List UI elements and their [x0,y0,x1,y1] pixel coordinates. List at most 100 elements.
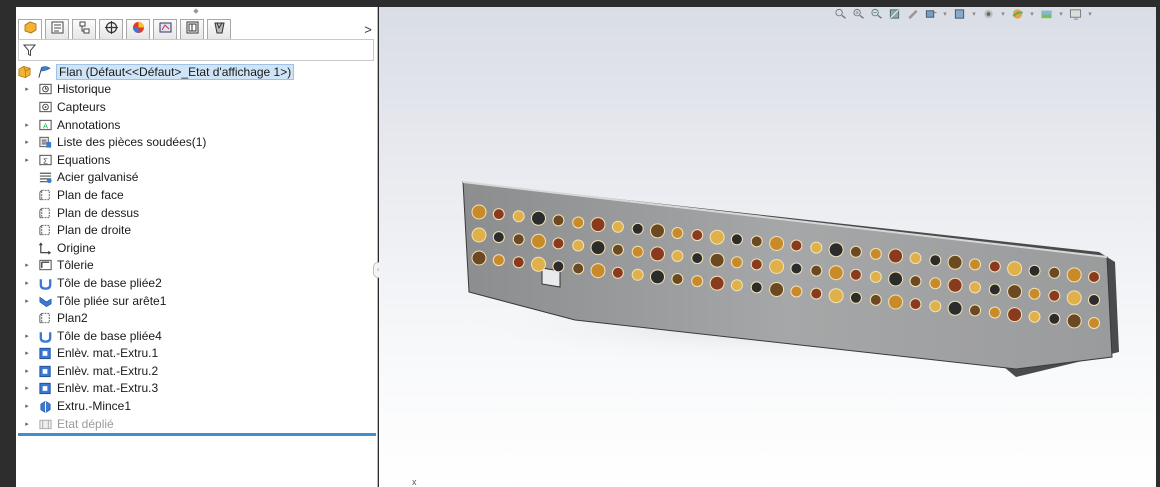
expand-arrow-icon[interactable]: ▸ [21,279,33,287]
graphics-area[interactable]: ▾▾▾▾▾▾ x [379,7,1156,487]
decal-mark [948,278,962,292]
feature-filter-bar[interactable] [18,39,374,61]
rollback-bar[interactable] [18,433,376,436]
panel-tab-6[interactable] [153,19,177,40]
expand-arrow-icon[interactable]: ▸ [21,156,33,164]
tree-item[interactable]: ▸Etat déplié [16,415,378,433]
tree-item-label: Annotations [57,118,120,132]
extruded-cut-icon [37,381,53,395]
decal-mark [553,238,564,249]
dropdown-arrow-icon[interactable]: ▾ [1087,10,1093,18]
expand-arrow-icon[interactable]: ▸ [21,138,33,146]
panel-tab-4[interactable] [99,19,123,40]
tree-item[interactable]: Plan de dessus [16,204,378,222]
decal-mark [889,249,903,263]
expand-arrow-icon[interactable]: ▸ [21,420,33,428]
tree-item[interactable]: Plan de droite [16,221,378,239]
tree-item[interactable]: Plan2 [16,309,378,327]
edit-appearance-icon[interactable] [1011,8,1024,20]
decal-mark [751,236,762,247]
panel-tab-3[interactable] [72,19,96,40]
apply-scene-icon[interactable] [1040,8,1053,20]
decal-mark [692,276,703,287]
equations-icon: Σ [37,153,53,167]
tree-item[interactable]: ▸Enlèv. mat.-Extru.3 [16,380,378,398]
dimxpert-manager-icon [104,20,119,38]
window-right-border [1156,0,1160,487]
decal-mark [710,276,724,290]
decal-mark [850,269,861,280]
decal-mark [532,211,546,225]
previous-view-icon[interactable] [870,8,883,20]
tree-item[interactable]: ▸ΣEquations [16,151,378,169]
hide-show-icon[interactable] [982,8,995,20]
expand-arrow-icon[interactable]: ▸ [21,384,33,392]
tree-item[interactable]: ▸Liste des pièces soudées(1) [16,133,378,151]
base-flange-icon [37,276,53,290]
decal-mark [791,263,802,274]
panel-tab-7[interactable] [180,19,204,40]
tree-item[interactable]: ▸Extru.-Mince1 [16,397,378,415]
expand-arrow-icon[interactable]: ▸ [21,121,33,129]
decal-mark [870,294,881,305]
tree-item[interactable]: ▸Tôlerie [16,257,378,275]
expand-arrow-icon[interactable]: ▸ [21,349,33,357]
tree-item[interactable]: ▸Tôle pliée sur arête1 [16,292,378,310]
tree-item[interactable]: Capteurs [16,98,378,116]
panel-tabs-more-button[interactable]: > [360,19,376,39]
decal-mark [1089,318,1100,329]
decal-mark [910,276,921,287]
dropdown-arrow-icon[interactable]: ▾ [1058,10,1064,18]
decal-mark [493,255,504,266]
section-view-icon[interactable] [888,8,901,20]
decal-mark [1049,290,1060,301]
tree-item-label: Enlèv. mat.-Extru.1 [57,346,158,360]
dropdown-arrow-icon[interactable]: ▾ [942,10,948,18]
decal-mark [1089,295,1100,306]
panel-tab-5[interactable] [126,19,150,40]
view-settings-icon[interactable] [1069,8,1082,20]
tree-item[interactable]: ▸Tôle de base pliée2 [16,274,378,292]
tree-item[interactable]: Acier galvanisé [16,169,378,187]
tree-item[interactable]: ▸Historique [16,81,378,99]
expand-arrow-icon[interactable]: ▸ [21,332,33,340]
expand-arrow-icon[interactable]: ▸ [21,402,33,410]
tree-item[interactable]: ▸ Enlèv. mat.-Extru.1 [16,345,378,363]
decal-mark [870,248,881,259]
dropdown-arrow-icon[interactable]: ▾ [1000,10,1006,18]
display-style-icon[interactable] [953,8,966,20]
dynamic-annotation-icon[interactable] [906,8,919,20]
decal-mark [1049,267,1060,278]
tree-item[interactable]: ▸Enlèv. mat.-Extru.2 [16,362,378,380]
panel-tab-2[interactable] [45,19,69,40]
tree-item[interactable]: ▸Tôle de base pliée4 [16,327,378,345]
tree-item-label: Plan de face [57,188,124,202]
decal-mark [770,283,784,297]
decal-mark [889,272,903,286]
decal-mark [632,223,643,234]
decal-mark [1029,265,1040,276]
view-orientation-icon[interactable] [924,8,937,20]
expand-arrow-icon[interactable]: ▸ [21,297,33,305]
decal-mark [651,224,665,238]
zoom-to-fit-icon[interactable] [834,8,847,20]
panel-tab-8[interactable] [207,19,231,40]
expand-arrow-icon[interactable]: ▸ [21,261,33,269]
tree-item[interactable]: Plan de face [16,186,378,204]
dropdown-arrow-icon[interactable]: ▾ [971,10,977,18]
decal-mark [632,246,643,257]
decal-mark [532,257,546,271]
decal-mark [553,261,564,272]
dropdown-arrow-icon[interactable]: ▾ [1029,10,1035,18]
expand-arrow-icon[interactable]: ▸ [21,85,33,93]
tree-item[interactable]: Origine [16,239,378,257]
toolbox-icon [212,20,227,38]
expand-arrow-icon[interactable]: ▸ [21,367,33,375]
tree-root-part[interactable]: Flan (Défaut<<Défaut>_Etat d'affichage 1… [16,63,378,81]
decal-mark [591,218,605,232]
zoom-area-icon[interactable] [852,8,865,20]
decal-mark [930,301,941,312]
tree-item[interactable]: ▸AAnnotations [16,116,378,134]
panel-tab-1[interactable] [18,19,42,40]
panel-grip-icon[interactable]: ◆ [191,7,201,17]
